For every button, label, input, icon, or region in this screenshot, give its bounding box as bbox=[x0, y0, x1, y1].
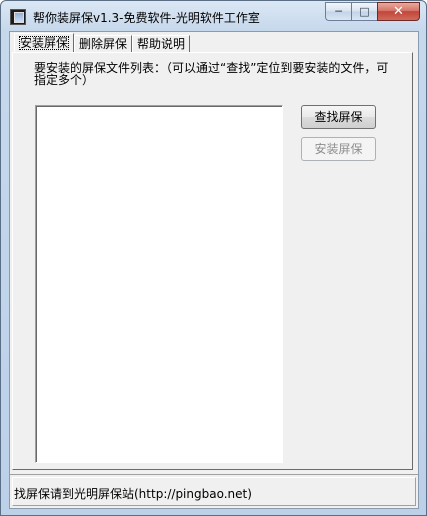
close-button[interactable]: ✕ bbox=[377, 2, 420, 21]
minimize-button[interactable]: ─ bbox=[325, 2, 351, 21]
maximize-icon: □ bbox=[359, 5, 370, 18]
find-screensaver-button[interactable]: 查找屏保 bbox=[301, 105, 376, 129]
tab-delete[interactable]: 删除屏保 bbox=[74, 35, 133, 53]
close-icon: ✕ bbox=[393, 4, 404, 19]
install-tab-panel: 要安装的屏保文件列表：（可以通过“查找”定位到要安装的文件，可指定多个） 查找屏… bbox=[12, 52, 413, 470]
tab-delete-label: 删除屏保 bbox=[79, 37, 128, 51]
tab-help[interactable]: 帮助说明 bbox=[132, 35, 191, 53]
maximize-button[interactable]: □ bbox=[351, 2, 377, 21]
window-title: 帮你装屏保v1.3-免费软件-光明软件工作室 bbox=[33, 11, 260, 25]
main-window: 帮你装屏保v1.3-免费软件-光明软件工作室 ─ □ ✕ 安装屏保 删除屏保 帮… bbox=[0, 0, 427, 516]
caption-buttons: ─ □ ✕ bbox=[325, 2, 420, 21]
tab-install-label: 安装屏保 bbox=[19, 36, 70, 50]
screensaver-file-list[interactable] bbox=[35, 105, 283, 463]
title-bar[interactable]: 帮你装屏保v1.3-免费软件-光明软件工作室 ─ □ ✕ bbox=[1, 1, 426, 31]
status-text: 找屏保请到光明屏保站(http://pingbao.net) bbox=[14, 487, 252, 501]
tab-help-label: 帮助说明 bbox=[137, 37, 186, 51]
install-screensaver-button[interactable]: 安装屏保 bbox=[301, 137, 376, 161]
tab-install[interactable]: 安装屏保 bbox=[14, 33, 75, 53]
status-bar: 找屏保请到光明屏保站(http://pingbao.net) bbox=[10, 474, 418, 508]
app-icon[interactable] bbox=[10, 9, 26, 25]
client-area: 安装屏保 删除屏保 帮助说明 要安装的屏保文件列表：（可以通过“查找”定位到要安… bbox=[9, 31, 419, 509]
instruction-label: 要安装的屏保文件列表：（可以通过“查找”定位到要安装的文件，可指定多个） bbox=[34, 61, 389, 87]
minimize-icon: ─ bbox=[335, 5, 342, 18]
